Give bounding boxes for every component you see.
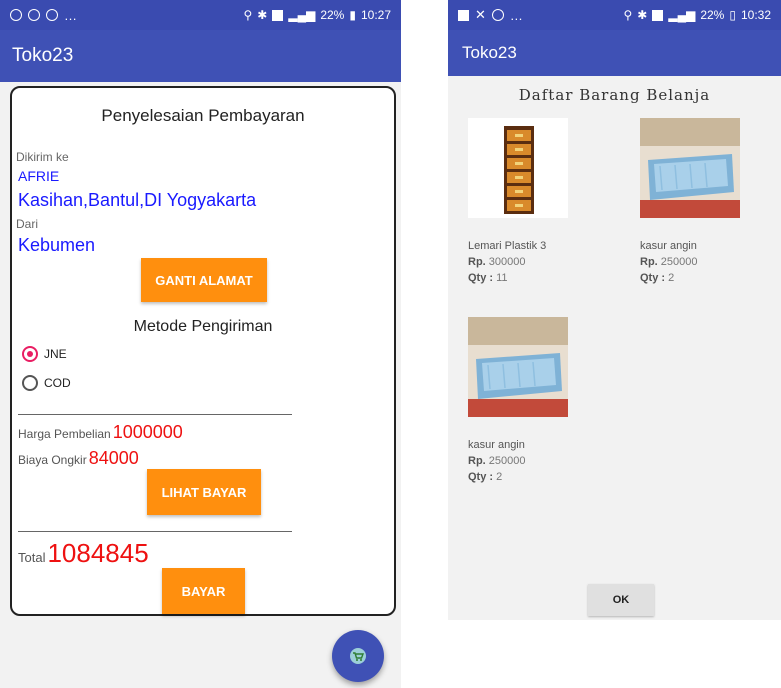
shipping-method-title: Metode Pengiriman — [133, 318, 273, 335]
origin-city: Kebumen — [18, 235, 96, 255]
clock: 10:27 — [360, 8, 391, 22]
price-value: 300000 — [488, 256, 526, 268]
list-item[interactable]: kasur angin Rp. 250000 Qty : 2 — [640, 118, 750, 284]
product-price: Rp. 300000 — [468, 256, 578, 268]
payment-dialog: Penyelesaian Pembayaran Dikirim ke AFRIE… — [10, 86, 396, 616]
qty-label: Qty : — [640, 272, 666, 284]
app-title: Toko23 — [462, 43, 517, 62]
product-qty: Qty : 11 — [468, 272, 578, 284]
notification-icon — [46, 9, 58, 21]
ok-button[interactable]: OK — [588, 584, 654, 616]
image-icon — [458, 9, 469, 21]
radio-label: JNE — [44, 347, 67, 361]
list-item[interactable]: kasur angin Rp. 250000 Qty : 2 — [468, 317, 578, 483]
app-title: Toko23 — [12, 45, 74, 66]
product-name: Lemari Plastik 3 — [468, 240, 547, 252]
bluetooth-icon: ✱ — [637, 8, 648, 22]
notification-icon — [28, 9, 40, 21]
product-name: kasur angin — [468, 439, 525, 451]
price-value: 250000 — [660, 256, 698, 268]
radio-jne[interactable]: JNE — [22, 346, 67, 362]
cart-fab[interactable] — [332, 630, 384, 682]
list-item[interactable]: Lemari Plastik 3 Rp. 300000 Qty : 11 — [468, 118, 578, 284]
qty-label: Qty : — [468, 272, 494, 284]
radio-cod[interactable]: COD — [22, 375, 71, 391]
divider — [18, 531, 292, 532]
product-image — [468, 118, 568, 218]
cart-list-screen: ✕ … ⚲ ✱ ▂▄▆ 22% ▯ 10:32 Toko23 Daftar Ba… — [448, 0, 781, 620]
shipping-cost-row: Biaya Ongkir 84000 — [18, 448, 139, 469]
origin-label: Dari — [16, 217, 39, 231]
app-bar: Toko23 — [0, 30, 401, 82]
shipping-address: Kasihan,Bantul,DI Yogyakarta — [18, 190, 257, 210]
bluetooth-icon: ✱ — [257, 8, 268, 22]
nfc-icon — [652, 9, 664, 21]
product-image — [468, 317, 568, 417]
price-value: 250000 — [488, 455, 526, 467]
status-bar: … ⚲ ✱ ▂▄▆ 22% ▮ 10:27 — [0, 0, 401, 30]
radio-label: COD — [44, 376, 71, 390]
total-label: Total — [18, 550, 46, 565]
accessibility-icon: ✕ — [475, 7, 486, 22]
price-label: Rp. — [468, 256, 486, 268]
battery-icon: ▮ — [349, 8, 356, 22]
clock: 10:32 — [740, 8, 771, 22]
total-value: 1084845 — [47, 538, 149, 568]
location-icon: ⚲ — [623, 8, 633, 22]
purchase-price-row: Harga Pembelian 1000000 — [18, 422, 183, 443]
qty-label: Qty : — [468, 471, 494, 483]
nfc-icon — [272, 9, 284, 21]
location-icon: ⚲ — [243, 8, 253, 22]
app-bar: Toko23 — [448, 30, 781, 76]
status-bar: ✕ … ⚲ ✱ ▂▄▆ 22% ▯ 10:32 — [448, 0, 781, 30]
ship-to-label: Dikirim ke — [16, 150, 69, 164]
product-price: Rp. 250000 — [468, 455, 578, 467]
change-address-button[interactable]: GANTI ALAMAT — [141, 258, 267, 302]
pay-button[interactable]: BAYAR — [162, 568, 245, 614]
product-qty: Qty : 2 — [468, 471, 578, 483]
notification-icon — [491, 9, 504, 21]
product-price: Rp. 250000 — [640, 256, 750, 268]
price-label: Rp. — [468, 455, 486, 467]
more-icon: … — [509, 7, 523, 23]
signal-icon: ▂▄▆ — [668, 8, 696, 22]
divider — [18, 414, 292, 415]
qty-value: 2 — [496, 471, 503, 483]
battery-percent: 22% — [700, 8, 725, 22]
battery-percent: 22% — [320, 8, 345, 22]
recipient-name: AFRIE — [18, 168, 60, 184]
shipping-cost-value: 84000 — [88, 448, 139, 468]
purchase-price-label: Harga Pembelian — [18, 427, 111, 441]
cart-icon — [350, 648, 366, 664]
more-icon: … — [64, 7, 77, 23]
product-qty: Qty : 2 — [640, 272, 750, 284]
dialog-title: Daftar Barang Belanja — [518, 86, 711, 104]
total-row: Total 1084845 — [18, 538, 149, 569]
qty-value: 2 — [668, 272, 675, 284]
whatsapp-icon — [10, 9, 22, 21]
product-name: kasur angin — [640, 240, 697, 252]
radio-unchecked-icon[interactable] — [22, 375, 38, 391]
price-label: Rp. — [640, 256, 658, 268]
dialog-title: Penyelesaian Pembayaran — [101, 106, 305, 125]
radio-checked-icon[interactable] — [22, 346, 38, 362]
shipping-cost-label: Biaya Ongkir — [18, 453, 87, 467]
product-image — [640, 118, 740, 218]
purchase-price-value: 1000000 — [112, 422, 183, 442]
battery-icon: ▯ — [729, 8, 736, 22]
checkout-screen: … ⚲ ✱ ▂▄▆ 22% ▮ 10:27 Toko23 Penyelesaia… — [0, 0, 401, 688]
qty-value: 11 — [496, 272, 508, 284]
view-payment-button[interactable]: LIHAT BAYAR — [147, 469, 261, 515]
signal-icon: ▂▄▆ — [288, 8, 316, 22]
